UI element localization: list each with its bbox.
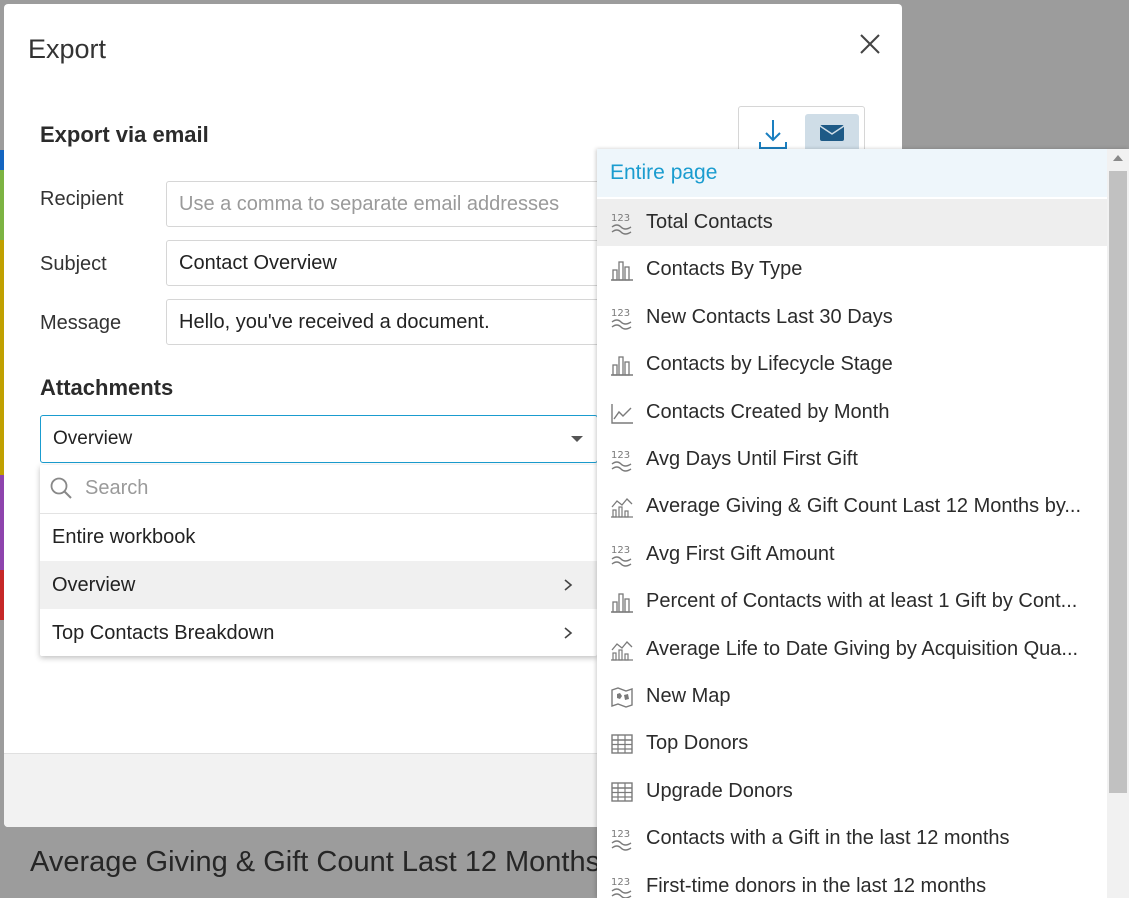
attachment-search[interactable]: Search: [40, 465, 597, 514]
submenu-item-label: Contacts By Type: [646, 258, 803, 281]
submenu-item[interactable]: 123 Avg First Gift Amount: [597, 531, 1107, 578]
submenu-item-label: Upgrade Donors: [646, 779, 793, 802]
download-mode-button[interactable]: [746, 114, 800, 154]
number-icon: 123: [611, 308, 632, 330]
svg-text:123: 123: [611, 213, 630, 224]
number-icon: 123: [611, 213, 632, 235]
submenu-item-label: Contacts with a Gift in the last 12 mont…: [646, 827, 1010, 850]
submenu-item[interactable]: New Map: [597, 673, 1107, 720]
email-mode-button[interactable]: [805, 114, 859, 154]
submenu-item[interactable]: Average Life to Date Giving by Acquisiti…: [597, 626, 1107, 673]
svg-text:123: 123: [611, 829, 630, 840]
submenu-item[interactable]: Contacts Created by Month: [597, 389, 1107, 436]
submenu-item-label: Percent of Contacts with at least 1 Gift…: [646, 590, 1078, 613]
bar-chart-icon: [611, 356, 633, 376]
submenu-item-entire-page[interactable]: Entire page: [597, 149, 1107, 197]
number-icon: 123: [611, 829, 632, 851]
bar-chart-icon: [611, 593, 633, 613]
search-icon: [50, 477, 72, 499]
menu-item-entire-workbook[interactable]: Entire workbook: [40, 513, 597, 561]
submenu-item-label: Avg First Gift Amount: [646, 542, 835, 565]
subject-input[interactable]: Contact Overview: [166, 240, 606, 286]
line-chart-icon: [611, 403, 633, 424]
chevron-right-icon: [564, 627, 573, 639]
svg-text:123: 123: [611, 545, 630, 556]
attachment-select[interactable]: Overview: [40, 415, 598, 463]
submenu-item[interactable]: 123 Contacts with a Gift in the last 12 m…: [597, 815, 1107, 862]
svg-text:123: 123: [611, 877, 630, 888]
submenu-item[interactable]: Contacts by Lifecycle Stage: [597, 341, 1107, 388]
recipient-input[interactable]: Use a comma to separate email addresses: [166, 181, 606, 227]
submenu-item-label: Contacts Created by Month: [646, 400, 890, 423]
subject-label: Subject: [40, 253, 107, 275]
menu-item-label: Top Contacts Breakdown: [52, 622, 275, 644]
submenu-item[interactable]: Percent of Contacts with at least 1 Gift…: [597, 578, 1107, 625]
submenu-scrollbar[interactable]: [1107, 149, 1129, 898]
attachment-dropdown: Search Entire workbook Overview Top Cont…: [40, 465, 597, 656]
menu-item-overview[interactable]: Overview: [40, 561, 597, 609]
submenu-item[interactable]: Contacts By Type: [597, 246, 1107, 293]
submenu-item-label: Total Contacts: [646, 211, 773, 233]
submenu-item[interactable]: 123 First-time donors in the last 12 mont…: [597, 863, 1107, 898]
submenu-item[interactable]: Upgrade Donors: [597, 768, 1107, 815]
recipient-label: Recipient: [40, 188, 124, 210]
dialog-title: Export: [28, 34, 107, 64]
submenu-item-label: Contacts by Lifecycle Stage: [646, 353, 893, 376]
submenu-item[interactable]: 123 New Contacts Last 30 Days: [597, 294, 1107, 341]
menu-item-label: Entire workbook: [52, 526, 196, 548]
submenu-item[interactable]: Average Giving & Gift Count Last 12 Mont…: [597, 483, 1107, 530]
submenu-item[interactable]: Top Donors: [597, 720, 1107, 767]
submenu-item[interactable]: 123 Total Contacts: [597, 199, 1107, 246]
message-input[interactable]: Hello, you've received a document.: [166, 299, 606, 345]
map-icon: [611, 687, 633, 708]
submenu-item-label: Average Life to Date Giving by Acquisiti…: [646, 637, 1079, 660]
attachment-selected-value: Overview: [53, 428, 133, 449]
envelope-icon: [819, 125, 845, 141]
chevron-right-icon: [564, 579, 573, 591]
svg-text:123: 123: [611, 308, 630, 319]
background-chart-title: Average Giving & Gift Count Last 12 Mont…: [30, 846, 601, 878]
submenu-item-label: First-time donors in the last 12 months: [646, 874, 987, 897]
table-icon: [611, 782, 633, 802]
number-icon: 123: [611, 450, 632, 472]
chevron-down-icon: [571, 436, 583, 442]
submenu-item[interactable]: 123 Avg Days Until First Gift: [597, 436, 1107, 483]
close-icon: [860, 34, 880, 54]
number-icon: 123: [611, 877, 632, 898]
bar-chart-icon: [611, 261, 633, 282]
menu-item-label: Overview: [52, 574, 136, 596]
scroll-up-arrow-icon[interactable]: [1113, 155, 1123, 161]
message-label: Message: [40, 312, 122, 334]
submenu-item-label: Top Donors: [646, 732, 749, 755]
search-input[interactable]: Search: [85, 477, 148, 500]
submenu-item-label: Average Giving & Gift Count Last 12 Mont…: [646, 495, 1082, 518]
svg-text:123: 123: [611, 450, 630, 461]
table-icon: [611, 734, 633, 755]
section-title: Export via email: [40, 122, 209, 147]
scroll-thumb[interactable]: [1109, 171, 1127, 793]
submenu-item-label: Avg Days Until First Gift: [646, 448, 858, 470]
page-elements-submenu: Entire page 123 Total Contacts Contacts By…: [597, 149, 1129, 898]
submenu-item-label: New Contacts Last 30 Days: [646, 305, 893, 328]
number-icon: 123: [611, 545, 632, 567]
close-button[interactable]: [856, 30, 884, 58]
combo-chart-icon: [611, 640, 633, 661]
download-icon: [759, 120, 787, 149]
menu-item-top-contacts-breakdown[interactable]: Top Contacts Breakdown: [40, 609, 597, 657]
attachments-title: Attachments: [40, 375, 174, 400]
submenu-item-label: New Map: [646, 685, 731, 707]
combo-chart-icon: [611, 498, 633, 519]
